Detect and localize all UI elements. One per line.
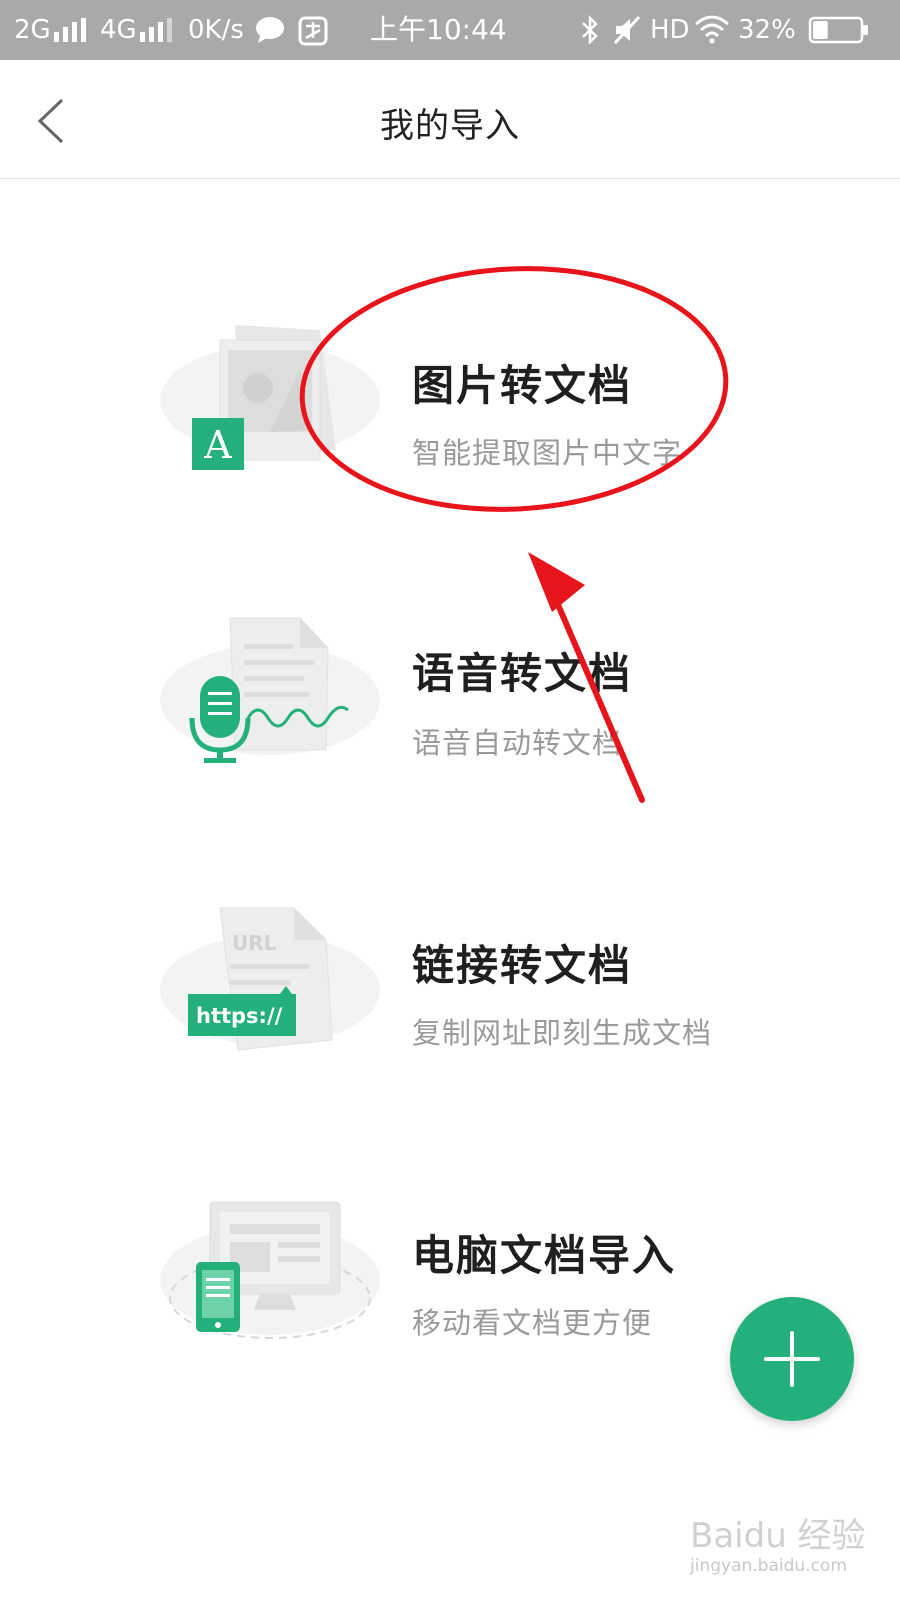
battery-icon: [808, 16, 868, 44]
signal-icon: [54, 18, 86, 42]
plus-icon: [764, 1331, 820, 1387]
mute-vibrate-icon: [613, 15, 641, 45]
pc-doc-import-icon: [160, 1201, 380, 1339]
signal-icon: [140, 18, 172, 42]
voice-to-doc-icon: [160, 617, 380, 763]
page-title: 我的导入: [380, 106, 520, 146]
link-to-doc-icon: URL https://: [160, 907, 380, 1051]
battery-percent: 32%: [738, 15, 796, 45]
chat-bubble-icon: [256, 17, 284, 43]
item-title: 图片转文档: [412, 361, 633, 410]
voice-to-doc-item[interactable]: 语音转文档 语音自动转文档: [0, 600, 900, 850]
network-2g-label: 2G: [14, 15, 51, 45]
bluetooth-icon: [582, 14, 598, 46]
navigation-header: 我的导入: [0, 60, 900, 179]
clock: 上午10:44: [370, 13, 507, 46]
wifi-icon: [695, 15, 729, 44]
network-speed: 0K/s: [188, 15, 244, 45]
letter-a-glyph: A: [203, 423, 232, 467]
watermark-url: jingyan.baidu.com: [690, 1556, 847, 1576]
item-subtitle: 语音自动转文档: [412, 726, 623, 760]
item-title: 链接转文档: [412, 941, 633, 990]
item-subtitle: 复制网址即刻生成文档: [412, 1016, 713, 1050]
add-button[interactable]: [730, 1297, 854, 1421]
network-4g-label: 4G: [100, 15, 137, 45]
item-subtitle: 移动看文档更方便: [412, 1306, 653, 1340]
https-glyph: https://: [196, 1004, 283, 1028]
watermark-brand: Baidu 经验: [690, 1516, 866, 1556]
item-title: 语音转文档: [412, 649, 633, 698]
item-subtitle: 智能提取图片中文字: [412, 436, 683, 470]
hd-label: HD: [650, 15, 690, 45]
url-glyph: URL: [232, 931, 277, 955]
image-to-doc-icon: A: [160, 325, 380, 470]
watermark: Baidu 经验 jingyan.baidu.com: [690, 1508, 890, 1588]
link-to-doc-item[interactable]: URL https:// 链接转文档 复制网址即刻生成文档: [0, 890, 900, 1140]
image-to-doc-item[interactable]: A 图片转文档 智能提取图片中文字: [0, 300, 900, 550]
app-notification-icon: [298, 16, 328, 46]
item-title: 电脑文档导入: [412, 1231, 677, 1280]
status-bar: 2G 4G 0K/s 上午10:44 HD 32%: [0, 0, 900, 60]
